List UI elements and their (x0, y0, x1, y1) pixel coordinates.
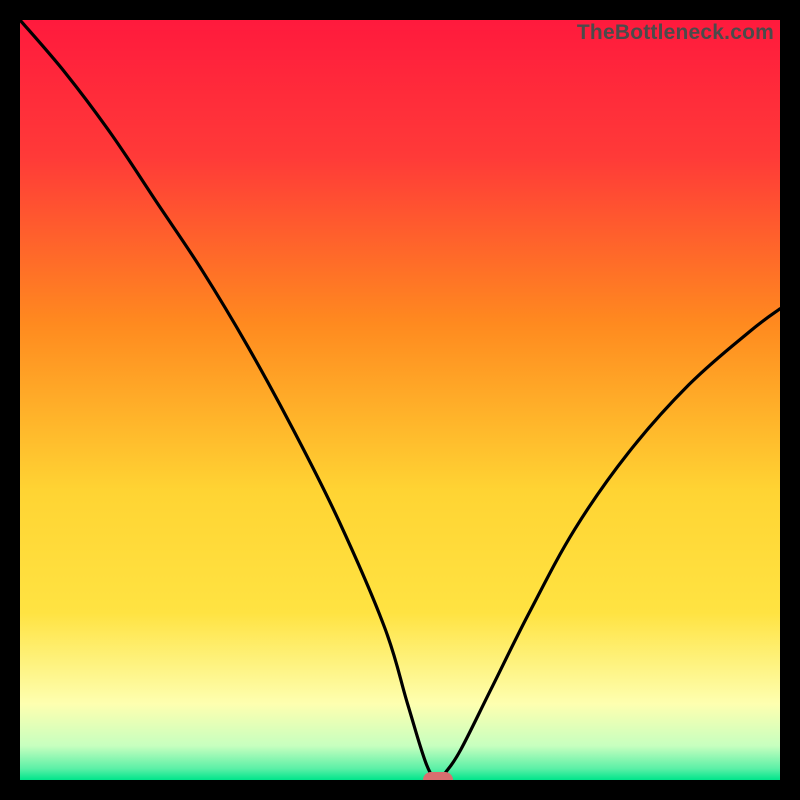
chart-frame: TheBottleneck.com (0, 0, 800, 800)
watermark-text: TheBottleneck.com (577, 21, 774, 45)
plot-area: TheBottleneck.com (20, 20, 780, 780)
bottleneck-curve (20, 20, 780, 780)
optimum-marker (423, 772, 453, 780)
